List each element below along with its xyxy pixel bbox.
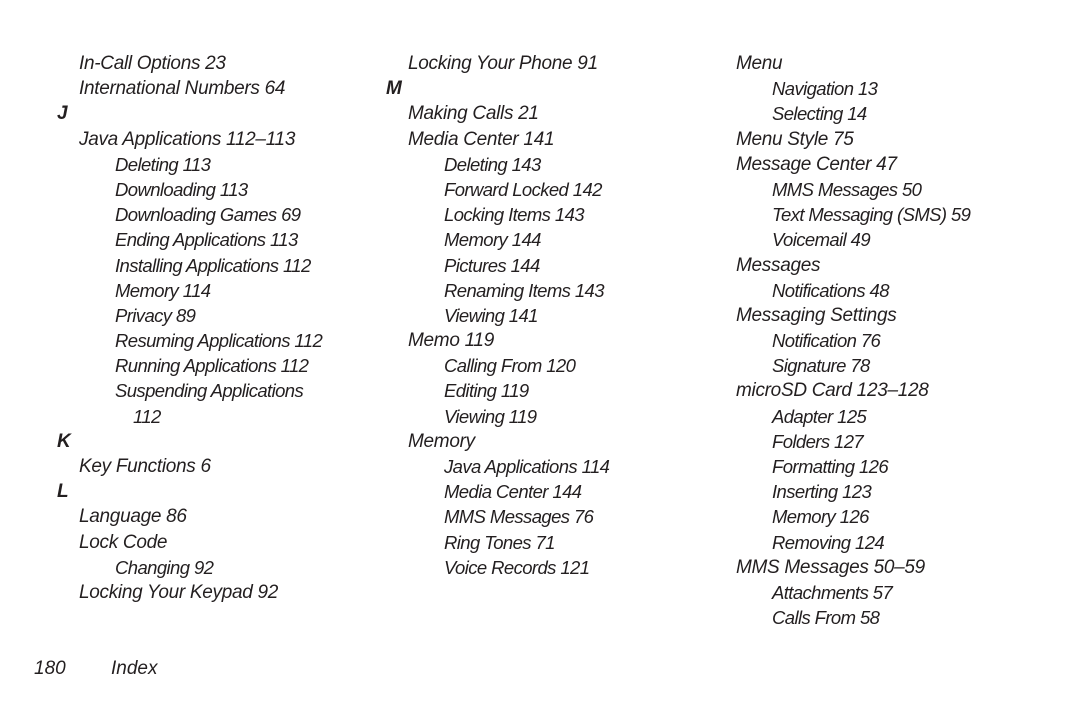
index-letter-heading: J [57,103,68,125]
index-subentry: Inserting 123 [772,481,872,503]
index-entry: Media Center 141 [408,128,555,150]
index-subentry: Suspending Applications [115,380,304,402]
index-entry: MMS Messages 50–59 [736,556,925,578]
index-column-3: Menu Navigation 13 Selecting 14 Menu Style … [736,51,971,630]
index-subentry: MMS Messages 50 [772,178,922,200]
index-subentry: Selecting 14 [772,103,867,125]
index-subentry: Deleting 143 [444,153,541,175]
index-entry: Lock Code [79,531,168,553]
index-subentry: Downloading 113 [115,178,248,200]
index-column-1: In-Call Options 23 International Numbers … [57,51,323,605]
index-entry: Memo 119 [408,330,494,352]
index-subentry: Running Applications 112 [115,355,309,377]
index-subentry: Memory 144 [444,229,541,251]
index-subentry: Calling From 120 [444,355,576,377]
index-entry: International Numbers 64 [79,78,286,100]
index-subentry: Deleting 113 [115,153,211,175]
page-number: 180 [34,658,66,679]
index-subentry: Notification 76 [772,330,881,352]
index-entry: Java Applications 112–113 [79,128,296,150]
index-subentry: Changing 92 [115,556,214,578]
index-subentry: Locking Items 143 [444,204,585,226]
index-entry: Language 86 [79,506,187,528]
index-subentry: Folders 127 [772,430,864,452]
index-subentry: Navigation 13 [772,78,878,100]
index-entry: Locking Your Keypad 92 [79,581,279,603]
index-subentry: Media Center 144 [444,481,582,503]
index-subentry: Viewing 119 [444,405,537,427]
index-subentry: Java Applications 114 [444,456,610,477]
index-letter-heading: M [386,78,402,100]
index-entry: Menu Style 75 [736,128,854,150]
index-subentry: Pictures 144 [444,254,540,276]
index-subentry: Resuming Applications 112 [115,330,323,352]
index-subentry: Forward Locked 142 [444,178,602,200]
index-entry: Memory [408,430,475,452]
index-subentry: Attachments 57 [772,581,893,603]
index-subentry: Downloading Games 69 [115,204,301,226]
index-entry: Menu [736,53,783,74]
index-entry: microSD Card 123–128 [736,380,929,402]
index-subentry: Voicemail 49 [772,229,871,251]
index-entry: Message Center 47 [736,153,897,175]
index-subentry: Editing 119 [444,380,529,402]
index-subentry: Text Messaging (SMS) 59 [772,204,971,226]
index-subentry: Installing Applications 112 [115,254,311,276]
index-subentry: Ending Applications 113 [115,229,298,251]
index-entry: Messages [736,254,821,276]
index-subentry: 112 [133,405,161,427]
index-subentry: Removing 124 [772,531,885,553]
index-subentry: Privacy 89 [115,304,196,326]
index-subentry: Ring Tones 71 [444,531,555,553]
index-subentry: Viewing 141 [444,304,538,326]
index-subentry: Formatting 126 [772,456,889,477]
index-subentry: Memory 114 [115,279,211,301]
index-entry: Messaging Settings [736,304,897,326]
index-entry: Making Calls 21 [408,103,539,125]
index-subentry: MMS Messages 76 [444,506,594,528]
index-subentry: Renaming Items 143 [444,279,605,301]
index-entry: Key Functions 6 [79,456,211,477]
index-letter-heading: L [57,481,69,503]
index-entry: Locking Your Phone 91 [408,53,598,74]
index-letter-heading: K [57,430,71,452]
index-column-2: Locking Your Phone 91 M Making Calls 21 Med… [386,51,610,580]
section-title: Index [111,658,158,679]
index-entry: In-Call Options 23 [79,53,226,74]
index-subentry: Calls From 58 [772,607,880,629]
index-subentry: Adapter 125 [772,405,867,427]
index-subentry: Notifications 48 [772,279,889,301]
index-subentry: Signature 78 [772,355,870,377]
index-subentry: Voice Records 121 [444,556,590,578]
index-subentry: Memory 126 [772,506,869,528]
